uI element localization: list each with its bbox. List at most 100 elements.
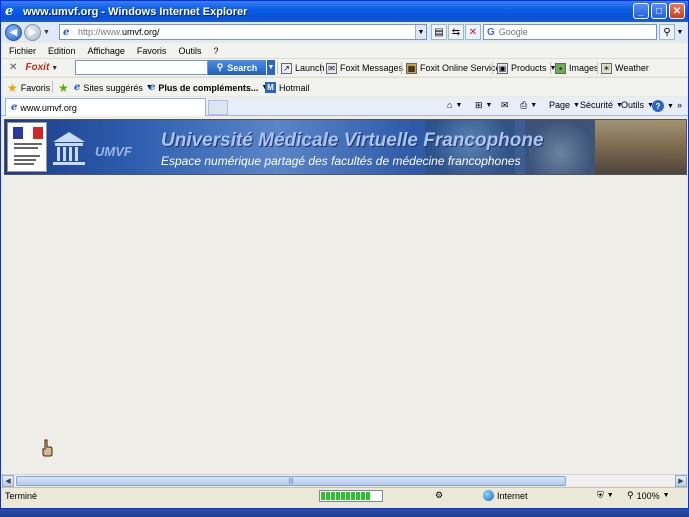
hotmail-link[interactable]: M Hotmail xyxy=(265,80,310,95)
status-text: Terminé xyxy=(5,490,38,501)
maximize-button[interactable]: □ xyxy=(651,3,667,19)
print-button[interactable]: ⎙ ▼ xyxy=(520,100,537,111)
weather-button[interactable]: ☀ Weather xyxy=(601,61,649,75)
menu-tools[interactable]: Outils xyxy=(178,46,201,56)
minimize-button[interactable]: _ xyxy=(633,3,649,19)
forward-button[interactable]: ▶ xyxy=(24,23,41,41)
search-options-icon[interactable]: ▼ xyxy=(675,24,685,40)
favorites-button[interactable]: ★ Favoris xyxy=(7,80,50,95)
search-box[interactable]: G xyxy=(483,24,657,40)
menu-edit[interactable]: Edition xyxy=(48,46,76,56)
progress-segment xyxy=(331,492,335,500)
progress-segment xyxy=(321,492,325,500)
status-bar: Terminé ⚙ Internet ⛨ ▼ ⚲ 100% ▼ xyxy=(1,487,688,503)
address-url[interactable]: http://www.umvf.org/ xyxy=(78,27,160,37)
page-icon: e xyxy=(63,26,70,38)
favorites-bar: ★ Favoris ★ e Sites suggérés ▼ e Plus de com… xyxy=(1,77,688,96)
scroll-right-button[interactable]: ▶ xyxy=(675,475,687,487)
stop-icon[interactable]: ✕ xyxy=(465,24,481,40)
tab-umvf[interactable]: e www.umvf.org xyxy=(5,98,206,116)
foxit-messages-button[interactable]: ✉Foxit Messages▼ xyxy=(326,61,413,75)
launch-button[interactable]: ↗ Launch xyxy=(281,61,325,75)
images-button[interactable]: ▪ Images xyxy=(555,61,599,75)
tab-page-icon: e xyxy=(11,102,18,113)
toolbar-overflow-icon[interactable]: » xyxy=(677,100,682,110)
window-title: www.umvf.org - Windows Internet Explorer xyxy=(23,5,248,18)
add-favorite-button[interactable]: ★ xyxy=(58,80,69,95)
toolbar-separator xyxy=(277,62,278,74)
address-dropdown-icon[interactable]: ▼ xyxy=(415,25,426,39)
menu-help[interactable]: ? xyxy=(213,46,218,56)
history-dropdown-icon[interactable]: ▼ xyxy=(43,29,50,36)
progress-segment xyxy=(361,492,365,500)
tab-label: www.umvf.org xyxy=(20,102,77,113)
toolbar-separator xyxy=(52,81,53,93)
address-bar[interactable]: e http://www.umvf.org/ ▼ xyxy=(59,24,427,40)
menu-favorites[interactable]: Favoris xyxy=(137,46,167,56)
scroll-left-button[interactable]: ◀ xyxy=(2,475,14,487)
shield-icon: ⛨ xyxy=(597,490,604,500)
navigation-bar: ◀ ▶ ▼ e http://www.umvf.org/ ▼ ▤ ⇆ ✕ G ⚲… xyxy=(1,22,688,42)
home-button[interactable]: ⌂ ▼ xyxy=(447,100,462,110)
republique-francaise-logo xyxy=(7,122,47,172)
rss-icon: ⊞ xyxy=(475,100,483,110)
scroll-thumb[interactable]: ||| xyxy=(16,476,566,486)
foxit-online-services-button[interactable]: ▦ Foxit Online Services xyxy=(406,61,505,75)
zoom-icon: ⚲ xyxy=(627,490,634,500)
foxit-logo[interactable]: Foxit ▼ xyxy=(25,62,58,73)
close-button[interactable]: ✕ xyxy=(669,3,685,19)
foxit-search-dropdown-icon[interactable]: ▼ xyxy=(266,60,275,75)
more-addons-button[interactable]: ePlus de compléments...▼ xyxy=(149,80,268,95)
products-button[interactable]: ▣ Products ▼ xyxy=(497,61,556,75)
mail-button[interactable]: ✉ xyxy=(501,100,509,111)
menu-file[interactable]: Fichier xyxy=(9,46,36,56)
french-flag-icon xyxy=(13,127,43,139)
back-button[interactable]: ◀ xyxy=(5,23,22,41)
new-tab-button[interactable] xyxy=(208,100,228,115)
globe-icon xyxy=(483,490,494,501)
toolbar-separator xyxy=(597,62,598,74)
umvf-banner[interactable]: UMVF Université Médicale Virtuelle Franc… xyxy=(4,119,687,175)
online-services-icon: ▦ xyxy=(406,62,417,74)
window-controls: _ □ ✕ xyxy=(633,3,685,19)
images-icon: ▪ xyxy=(555,62,566,74)
protected-mode-button[interactable]: ⛨ ▼ xyxy=(597,490,614,501)
tools-menu-button[interactable]: Outils ▼ xyxy=(621,100,654,110)
ie-page-icon: e xyxy=(149,82,156,93)
home-icon: ⌂ xyxy=(447,100,453,110)
compatibility-view-icon[interactable]: ▤ xyxy=(431,24,447,40)
progress-segment xyxy=(336,492,340,500)
help-button[interactable]: ? ▼ xyxy=(652,100,674,112)
toolbar-separator xyxy=(321,62,322,74)
security-zone: Internet xyxy=(483,490,528,501)
favorites-star-icon: ★ xyxy=(7,80,18,95)
messages-icon: ✉ xyxy=(326,62,337,74)
security-menu-button[interactable]: Sécurité ▼ xyxy=(580,100,623,110)
progress-bar xyxy=(319,490,383,502)
menu-bar: Fichier Edition Affichage Favoris Outils… xyxy=(1,43,688,58)
weather-icon: ☀ xyxy=(601,62,612,74)
tab-bar: e www.umvf.org ⌂ ▼ ⊞ ▼ ✉ ⎙ ▼ Page ▼ Sécurité… xyxy=(1,97,688,116)
page-menu-button[interactable]: Page ▼ xyxy=(549,100,580,110)
zoom-button[interactable]: ⚲ 100% ▼ xyxy=(627,490,670,501)
hand-pointer-icon xyxy=(42,439,53,457)
google-icon: G xyxy=(487,26,495,38)
products-icon: ▣ xyxy=(497,62,508,74)
search-input[interactable] xyxy=(498,27,639,37)
phishing-filter-icon[interactable]: ⚙ xyxy=(435,490,443,501)
umvf-logo-text: UMVF xyxy=(95,144,132,159)
suggested-sites-button[interactable]: e Sites suggérés ▼ xyxy=(74,80,153,95)
browser-window: e www.umvf.org - Windows Internet Explor… xyxy=(0,0,689,509)
foxit-search-input[interactable] xyxy=(75,60,208,75)
banner-subtitle: Espace numérique partagé des facultés de… xyxy=(161,154,521,168)
toolbar-close-icon[interactable]: ✕ xyxy=(9,62,17,73)
progress-segment xyxy=(346,492,350,500)
refresh-icon[interactable]: ⇆ xyxy=(448,24,464,40)
foxit-search-button[interactable]: ⚲ Search xyxy=(208,60,266,75)
progress-segment xyxy=(356,492,360,500)
search-go-icon[interactable]: ⚲ xyxy=(659,24,675,40)
progress-segment xyxy=(366,492,370,500)
feeds-button[interactable]: ⊞ ▼ xyxy=(475,100,492,111)
menu-view[interactable]: Affichage xyxy=(88,46,125,56)
horizontal-scrollbar[interactable]: ◀ ||| ▶ xyxy=(1,474,688,487)
